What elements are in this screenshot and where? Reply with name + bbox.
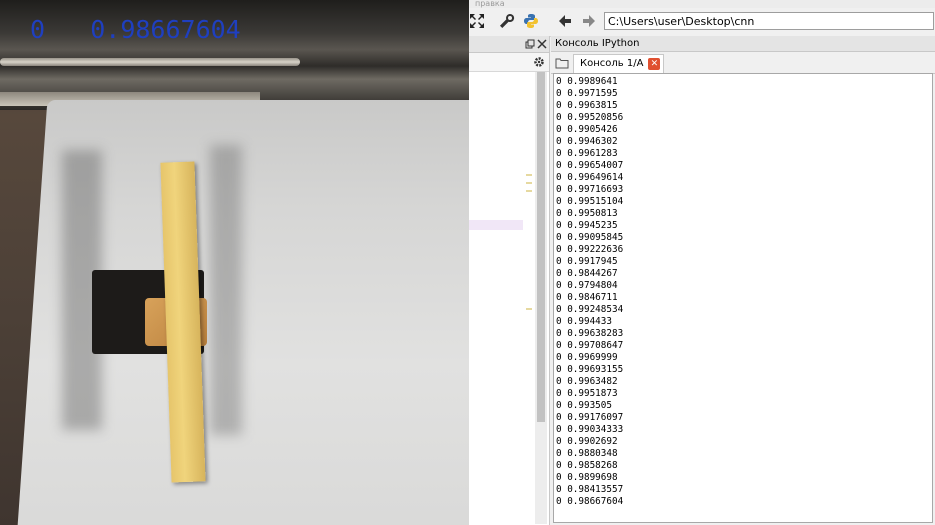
editor-pane[interactable] bbox=[469, 36, 550, 525]
console-line: 0 0.9945235 bbox=[556, 220, 618, 231]
console-line: 0 0.99520856 bbox=[556, 112, 624, 123]
close-icon[interactable]: ✕ bbox=[648, 58, 661, 70]
back-arrow-icon[interactable] bbox=[555, 11, 575, 31]
console-line: 0 0.9899698 bbox=[556, 472, 618, 483]
console-tabbar: Консоль 1/A ✕ bbox=[551, 53, 935, 74]
editor-tabbar bbox=[469, 53, 549, 72]
console-line: 0 0.9989641 bbox=[556, 76, 618, 87]
spyder-ide: правка C:\Users\user\Desktop\cnn Консоль… bbox=[469, 0, 935, 525]
console-line: 0 0.99222636 bbox=[556, 244, 624, 255]
editor-marker bbox=[526, 182, 532, 184]
oven-handle bbox=[0, 58, 300, 66]
wrench-icon[interactable] bbox=[497, 11, 517, 31]
camera-frame: 0 0.98667604 bbox=[0, 0, 469, 525]
console-line: 0 0.99638283 bbox=[556, 328, 624, 339]
console-line: 0 0.9794804 bbox=[556, 280, 618, 291]
console-line: 0 0.9963482 bbox=[556, 376, 618, 387]
console-line: 0 0.9950813 bbox=[556, 208, 618, 219]
console-line: 0 0.9846711 bbox=[556, 292, 618, 303]
console-line: 0 0.9880348 bbox=[556, 448, 618, 459]
close-pane-icon[interactable] bbox=[537, 39, 547, 49]
menu-bar[interactable]: правка bbox=[469, 0, 935, 8]
console-line: 0 0.99095845 bbox=[556, 232, 624, 243]
console-line: 0 0.994433 bbox=[556, 316, 612, 327]
console-line: 0 0.99716693 bbox=[556, 184, 624, 195]
console-line: 0 0.9971595 bbox=[556, 88, 618, 99]
editor-marker bbox=[526, 190, 532, 192]
console-line: 0 0.9963815 bbox=[556, 100, 618, 111]
console-line: 0 0.99176097 bbox=[556, 412, 624, 423]
overlay-score: 0.98667604 bbox=[90, 15, 241, 44]
tab-label: Консоль 1/A bbox=[580, 58, 644, 69]
console-line: 0 0.99248534 bbox=[556, 304, 624, 315]
console-line: 0 0.9844267 bbox=[556, 268, 618, 279]
editor-scroll-thumb[interactable] bbox=[537, 72, 545, 422]
console-line: 0 0.99693155 bbox=[556, 364, 624, 375]
console-line: 0 0.99708647 bbox=[556, 340, 624, 351]
prediction-overlay: 0 0.98667604 bbox=[30, 15, 241, 44]
console-lines: 0 0.9989641 0 0.9971595 0 0.9963815 0 0.995… bbox=[554, 74, 932, 508]
console-line: 0 0.993505 bbox=[556, 400, 612, 411]
tab-console-1[interactable]: Консоль 1/A ✕ bbox=[573, 54, 665, 73]
folder-icon[interactable] bbox=[555, 56, 569, 69]
python-icon[interactable] bbox=[521, 11, 541, 31]
overlay-class: 0 bbox=[30, 15, 46, 44]
editor-current-line bbox=[469, 220, 523, 230]
console-line: 0 0.9946302 bbox=[556, 136, 618, 147]
forward-arrow-icon[interactable] bbox=[579, 11, 599, 31]
console-line: 0 0.9961283 bbox=[556, 148, 618, 159]
console-output[interactable]: 0 0.9989641 0 0.9971595 0 0.9963815 0 0.995… bbox=[553, 73, 933, 523]
console-title: Консоль IPython bbox=[551, 36, 935, 52]
console-line: 0 0.99034333 bbox=[556, 424, 624, 435]
console-line: 0 0.98667604 bbox=[556, 496, 624, 507]
editor-marker bbox=[526, 174, 532, 176]
working-directory-input[interactable]: C:\Users\user\Desktop\cnn bbox=[604, 12, 934, 30]
editor-marker bbox=[526, 308, 532, 310]
fullscreen-icon[interactable] bbox=[467, 11, 487, 31]
console-line: 0 0.9905426 bbox=[556, 124, 618, 135]
console-line: 0 0.99515104 bbox=[556, 196, 624, 207]
toolbar: C:\Users\user\Desktop\cnn bbox=[469, 8, 935, 37]
console-line: 0 0.9858268 bbox=[556, 460, 618, 471]
console-line: 0 0.9917945 bbox=[556, 256, 618, 267]
console-line: 0 0.9951873 bbox=[556, 388, 618, 399]
shadow-right bbox=[210, 145, 242, 435]
undock-icon[interactable] bbox=[525, 39, 535, 49]
console-line: 0 0.9902692 bbox=[556, 436, 618, 447]
gear-icon[interactable] bbox=[533, 56, 545, 68]
console-pane: Консоль IPython Консоль 1/A ✕ 0 0.998964… bbox=[551, 36, 935, 525]
console-line: 0 0.9969999 bbox=[556, 352, 618, 363]
console-line: 0 0.98413557 bbox=[556, 484, 624, 495]
editor-header bbox=[469, 36, 549, 53]
console-line: 0 0.99654007 bbox=[556, 160, 624, 171]
console-line: 0 0.99649614 bbox=[556, 172, 624, 183]
